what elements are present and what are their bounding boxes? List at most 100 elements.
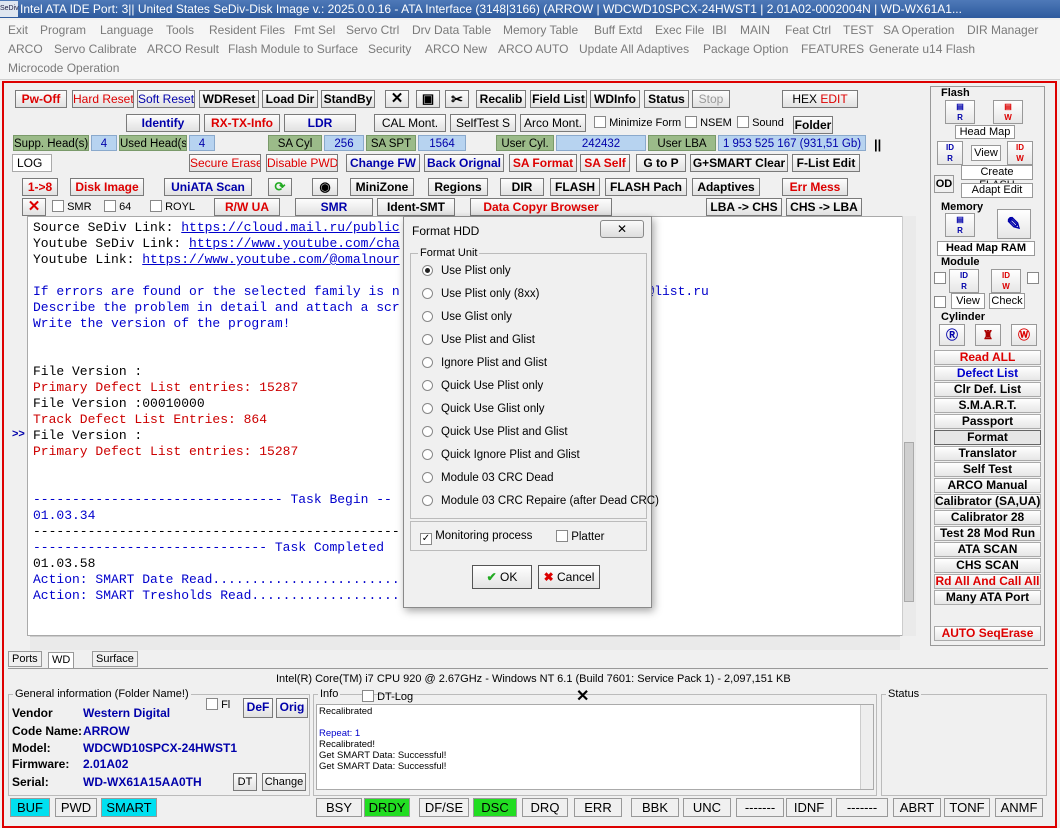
log-link[interactable]: https://www.youtube.com/@omalnour [142, 252, 399, 267]
soft-reset-button[interactable]: Soft Reset [137, 90, 195, 108]
flash-read-icon[interactable]: ▤ R [945, 100, 975, 124]
chs-to-lba-button[interactable]: CHS -> LBA [786, 198, 862, 216]
minimize-form-check[interactable]: Minimize Form [594, 116, 681, 129]
right-button[interactable]: ARCO Manual [934, 478, 1041, 493]
tools-icon[interactable]: ✂ [445, 90, 469, 108]
dir-button[interactable]: DIR [500, 178, 544, 196]
royl-checkbox[interactable] [150, 200, 162, 212]
platter-check[interactable]: Platter [556, 530, 604, 543]
menu-0-10[interactable]: Exec File [655, 23, 704, 37]
uniata-scan-button[interactable]: UniATA Scan [164, 178, 252, 196]
sa-format-button[interactable]: SA Format [509, 154, 577, 172]
close-red-icon[interactable]: ✕ [22, 198, 46, 216]
menu-1-6[interactable]: ARCO AUTO [498, 42, 568, 56]
format-option[interactable]: Quick Ignore Plist and Glist [422, 449, 580, 461]
monitoring-check[interactable]: ✓ Monitoring process [420, 530, 532, 545]
save-icon[interactable]: ▣ [416, 90, 440, 108]
orig-button[interactable]: Orig [276, 698, 308, 718]
module-read-icon[interactable]: ID R [949, 269, 979, 293]
right-button[interactable]: Read ALL [934, 350, 1041, 365]
format-option[interactable]: Quick Use Plist and Glist [422, 426, 568, 438]
hard-reset-button[interactable]: Hard Reset [72, 90, 134, 108]
log-hscrollbar[interactable] [30, 636, 900, 650]
refresh-icon[interactable]: ⟳ [268, 178, 292, 196]
menu-0-9[interactable]: Buff Extd [594, 23, 642, 37]
smr-checkbox[interactable] [52, 200, 64, 212]
pw-off-button[interactable]: Pw-Off [15, 90, 67, 108]
fl-check[interactable]: Fl [206, 698, 230, 711]
adaptives-button[interactable]: Adaptives [692, 178, 760, 196]
data-copyr-browser-button[interactable]: Data Copyr Browser [470, 198, 612, 216]
log-link[interactable]: https://www.youtube.com/cha [189, 236, 400, 251]
radio-icon[interactable] [422, 357, 433, 368]
cylinder-tool-icon[interactable]: ♜ [975, 324, 1001, 346]
create-flash-button[interactable]: Create FLASH [961, 165, 1033, 191]
menu-0-1[interactable]: Program [40, 23, 86, 37]
od-button[interactable]: OD [934, 175, 954, 193]
right-button[interactable]: Translator [934, 446, 1041, 461]
sound-check[interactable]: Sound [737, 116, 784, 129]
cancel-button[interactable]: ✖ Cancel [538, 565, 600, 589]
menu-1-5[interactable]: ARCO New [425, 42, 487, 56]
royl-check[interactable]: ROYL [150, 200, 195, 213]
right-button[interactable]: S.M.A.R.T. [934, 398, 1041, 413]
menu-0-12[interactable]: MAIN [740, 23, 770, 37]
radio-icon[interactable] [422, 265, 433, 276]
menu-0-7[interactable]: Drv Data Table [412, 23, 491, 37]
field-list-button[interactable]: Field List [530, 90, 587, 108]
menu-0-5[interactable]: Fmt Sel [294, 23, 335, 37]
menu-1-1[interactable]: Servo Calibrate [54, 42, 137, 56]
format-option[interactable]: Use Plist and Glist [422, 334, 535, 346]
g-smart-clear-button[interactable]: G+SMART Clear [690, 154, 788, 172]
one-to-eight-button[interactable]: 1->8 [22, 178, 58, 196]
right-button[interactable]: Clr Def. List [934, 382, 1041, 397]
flash-button[interactable]: FLASH [550, 178, 600, 196]
lba-to-chs-button[interactable]: LBA -> CHS [706, 198, 782, 216]
ldr-button[interactable]: LDR [284, 114, 356, 132]
menu-1-9[interactable]: FEATURES [801, 42, 864, 56]
rw-ua-button[interactable]: R/W UA [214, 198, 280, 216]
sa-self-button[interactable]: SA Self [580, 154, 630, 172]
right-button[interactable]: Defect List [934, 366, 1041, 381]
cylinder-read-icon[interactable]: Ⓡ [939, 324, 965, 346]
right-button[interactable]: CHS SCAN [934, 558, 1041, 573]
radio-icon[interactable] [422, 449, 433, 460]
menu-1-8[interactable]: Package Option [703, 42, 788, 56]
disk-image-button[interactable]: Disk Image [70, 178, 144, 196]
info-scrollbar[interactable] [860, 705, 873, 789]
menu-0-0[interactable]: Exit [8, 23, 28, 37]
def-button[interactable]: DeF [243, 698, 273, 718]
dt-button[interactable]: DT [233, 773, 257, 791]
format-option[interactable]: Quick Use Glist only [422, 403, 545, 415]
ok-button[interactable]: ✔ OK [472, 565, 532, 589]
err-mess-button[interactable]: Err Mess [782, 178, 848, 196]
right-button[interactable]: Many ATA Port [934, 590, 1041, 605]
arco-mont-button[interactable]: Arco Mont. [520, 114, 586, 132]
smr-check[interactable]: SMR [52, 200, 92, 213]
flash-write-icon[interactable]: ▤ W [993, 100, 1023, 124]
info-close-icon[interactable]: ✕ [576, 686, 589, 706]
menu-0-2[interactable]: Language [100, 23, 153, 37]
right-button[interactable]: Rd All And Call All [934, 574, 1041, 589]
menu-1-3[interactable]: Flash Module to Surface [228, 42, 358, 56]
log-link[interactable]: https://cloud.mail.ru/public [181, 220, 399, 235]
back-orignal-button[interactable]: Back Orignal [424, 154, 504, 172]
selftest-button[interactable]: SelfTest S [450, 114, 516, 132]
menu-0-11[interactable]: IBI [712, 23, 727, 37]
menu-1-10[interactable]: Generate u14 Flash [869, 42, 975, 56]
format-option[interactable]: Module 03 CRC Repaire (after Dead CRC) [422, 495, 659, 507]
right-button[interactable]: Test 28 Mod Run [934, 526, 1041, 541]
right-button[interactable]: Calibrator (SA,UA) [934, 494, 1041, 509]
b64-check[interactable]: 64 [104, 200, 131, 213]
cylinder-write-icon[interactable]: Ⓦ [1011, 324, 1037, 346]
tab-surface[interactable]: Surface [92, 651, 138, 667]
dt-log-check[interactable]: DT-Log [362, 690, 413, 703]
module-check-3[interactable] [934, 295, 946, 309]
format-option[interactable]: Ignore Plist and Glist [422, 357, 547, 369]
camera-icon[interactable]: ◉ [312, 178, 338, 196]
identify-button[interactable]: Identify [126, 114, 200, 132]
menu-0-8[interactable]: Memory Table [503, 23, 578, 37]
g-to-p-button[interactable]: G to P [636, 154, 686, 172]
smr-button[interactable]: SMR [295, 198, 373, 216]
dt-log-checkbox[interactable] [362, 690, 374, 702]
